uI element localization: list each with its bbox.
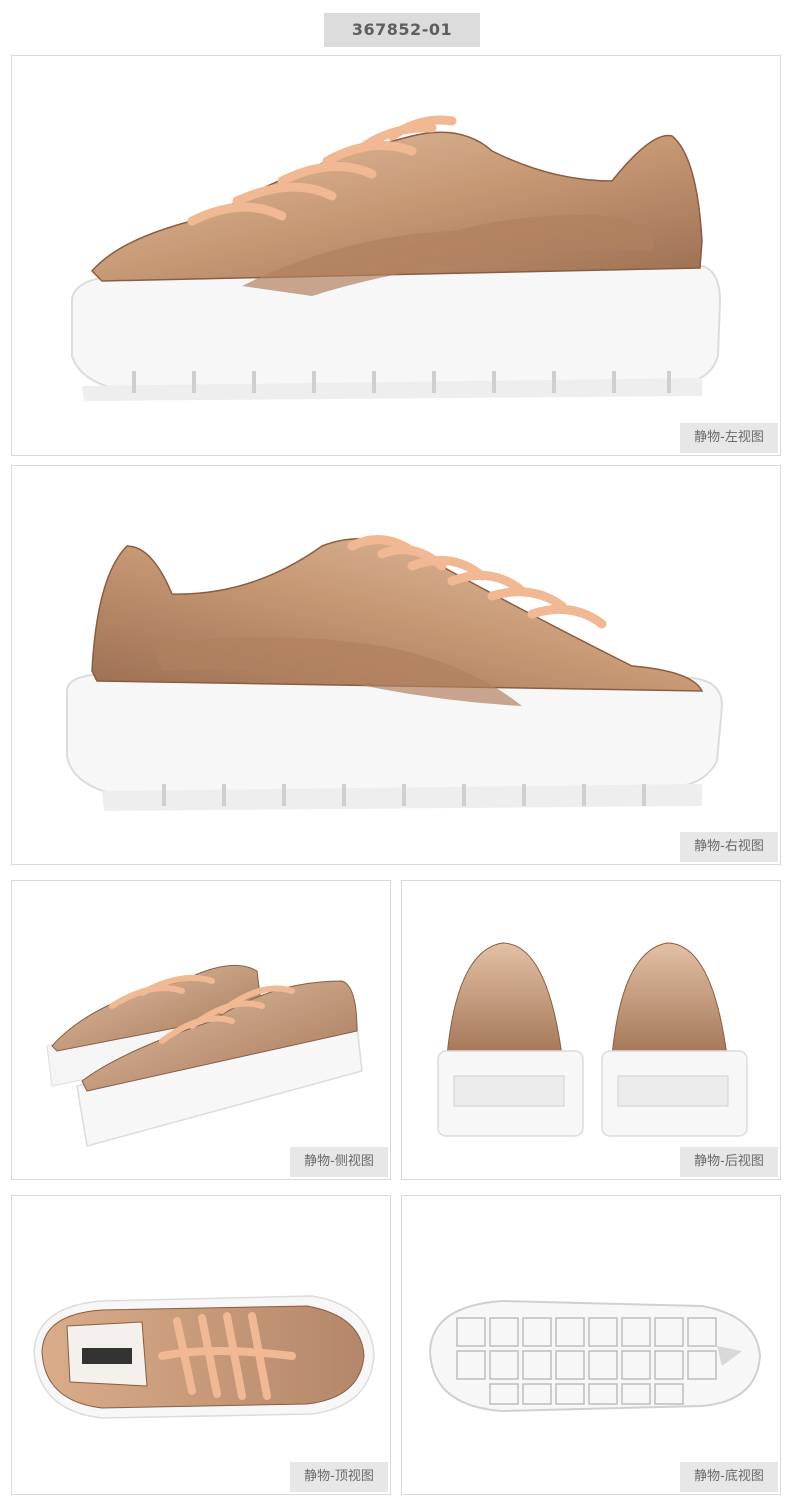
bottom-view-shoe-image bbox=[428, 1299, 762, 1413]
side-view-caption: 静物-侧视图 bbox=[290, 1147, 388, 1177]
side-view-shoe-image bbox=[46, 964, 363, 1147]
bottom-view-caption: 静物-底视图 bbox=[680, 1462, 778, 1492]
top-view-panel[interactable]: 静物-顶视图 bbox=[11, 1195, 391, 1495]
top-view-shoe-image bbox=[33, 1295, 375, 1419]
left-view-shoe-image bbox=[71, 115, 722, 401]
back-view-panel[interactable]: 静物-后视图 bbox=[401, 880, 781, 1180]
side-view-panel[interactable]: 静物-侧视图 bbox=[11, 880, 391, 1180]
right-view-shoe-image bbox=[66, 535, 724, 811]
back-view-shoe-image bbox=[437, 942, 748, 1137]
right-view-caption: 静物-右视图 bbox=[680, 832, 778, 862]
left-view-panel[interactable]: 静物-左视图 bbox=[11, 55, 781, 456]
right-view-panel[interactable]: 静物-右视图 bbox=[11, 465, 781, 865]
bottom-view-panel[interactable]: 静物-底视图 bbox=[401, 1195, 781, 1495]
left-view-caption: 静物-左视图 bbox=[680, 423, 778, 453]
back-view-caption: 静物-后视图 bbox=[680, 1147, 778, 1177]
top-view-caption: 静物-顶视图 bbox=[290, 1462, 388, 1492]
product-sku-badge: 367852-01 bbox=[324, 13, 480, 47]
